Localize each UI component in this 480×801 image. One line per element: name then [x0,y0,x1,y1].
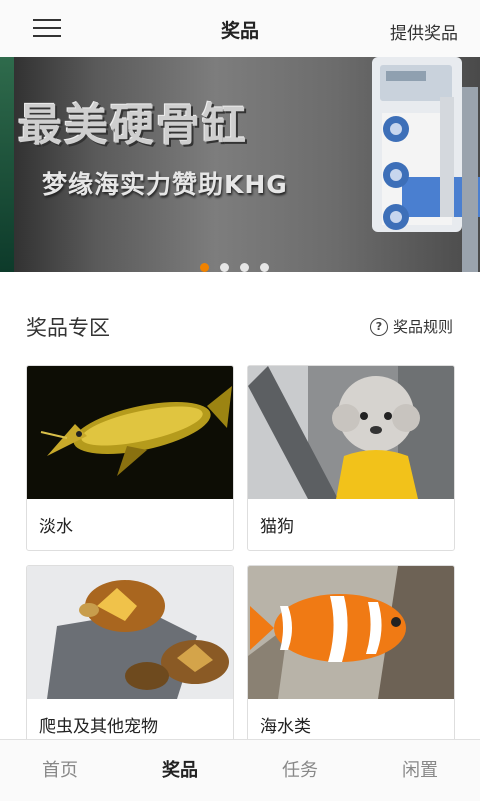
clownfish-image [248,566,454,699]
provide-prize-button[interactable]: 提供奖品 [390,19,458,44]
category-card-reptiles[interactable]: 爬虫及其他宠物 [26,565,234,751]
prize-zone-heading: 奖品专区 [26,316,110,340]
prize-rules-label: 奖品规则 [392,318,453,336]
nav-idle-items[interactable]: 闲置 [360,740,480,801]
nav-tasks[interactable]: 任务 [240,740,360,801]
category-label: 爬虫及其他宠物 [39,717,158,737]
category-card-freshwater[interactable]: 淡水 [26,365,234,551]
arowana-fish-image [27,366,233,499]
question-circle-icon: ? [369,317,388,336]
category-label: 淡水 [39,517,73,537]
carousel-indicator [200,257,280,272]
carousel-dot-1[interactable] [200,263,209,272]
carousel-dot-4[interactable] [260,263,269,272]
carousel-dot-3[interactable] [240,263,249,272]
nav-prizes[interactable]: 奖品 [120,740,240,801]
poodle-dog-image [248,366,454,499]
tortoise-image [27,566,233,699]
banner-headline: 最美硬骨缸 [18,100,248,151]
banner-aquarium-edge [0,57,14,272]
promo-banner[interactable]: 最美硬骨缸 梦缘海实力赞助KHG [0,57,480,272]
carousel-dot-2[interactable] [220,263,229,272]
category-card-cats-dogs[interactable]: 猫狗 [247,365,455,551]
banner-filter-device-image [372,57,480,272]
top-app-bar: 奖品 提供奖品 [0,0,480,58]
bottom-navigation: 首页 奖品 任务 闲置 [0,739,480,801]
hamburger-menu-icon[interactable] [33,17,61,39]
category-label: 猫狗 [260,517,294,537]
category-label: 海水类 [260,717,311,737]
prize-rules-link[interactable]: ? 奖品规则 [369,316,453,336]
banner-subheadline: 梦缘海实力赞助KHG [42,170,288,199]
category-card-marine[interactable]: 海水类 [247,565,455,751]
nav-home[interactable]: 首页 [0,740,120,801]
